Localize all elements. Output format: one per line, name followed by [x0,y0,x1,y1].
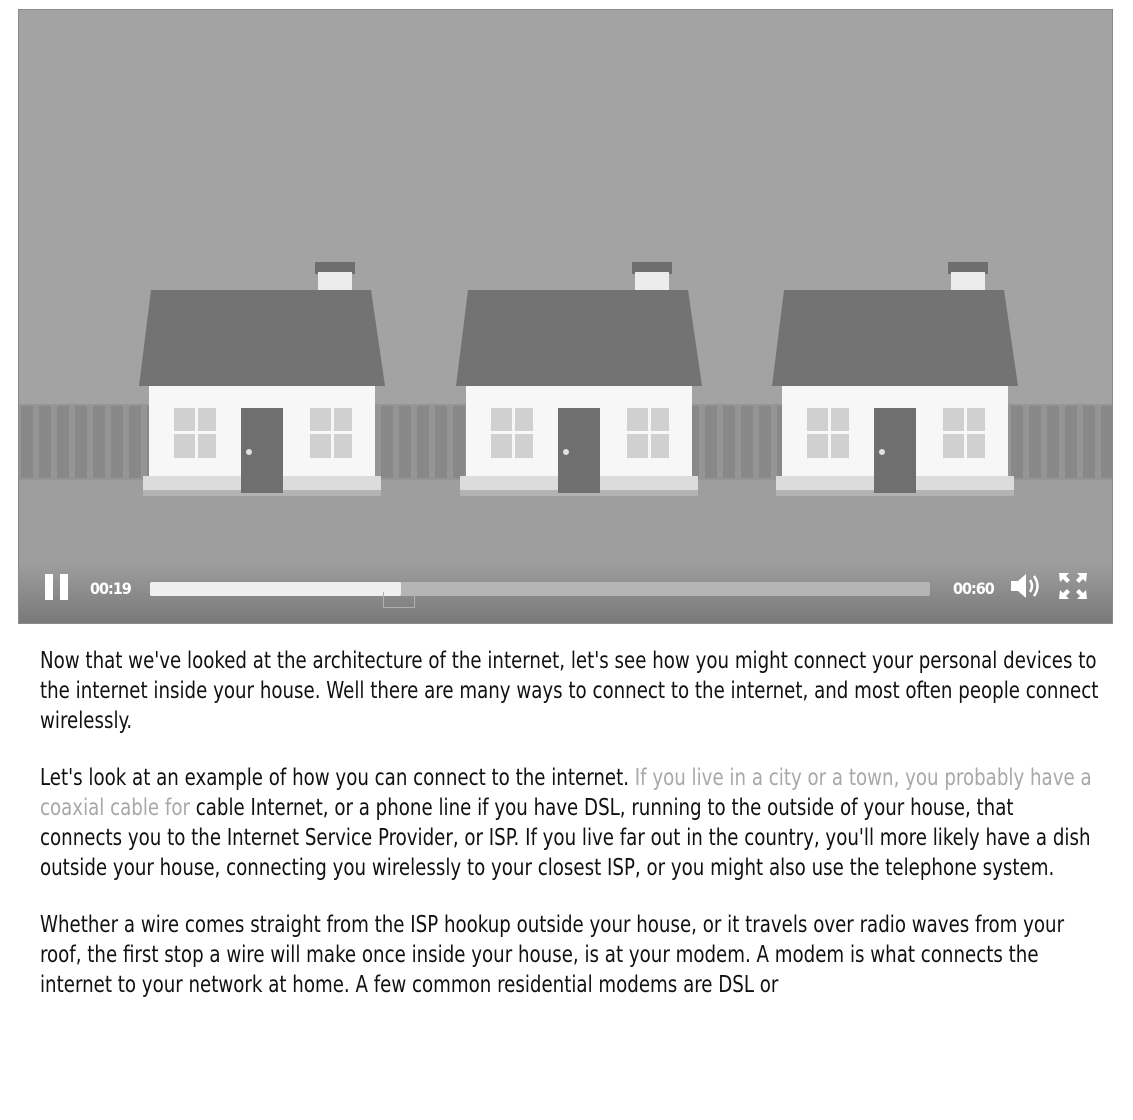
video-frame [19,10,1112,623]
progress-bar[interactable] [150,582,930,596]
volume-icon [1011,574,1039,598]
house-2 [456,262,702,496]
progress-fill [150,582,402,596]
current-time: 00:19 [90,579,132,598]
pause-icon [45,574,53,600]
total-time: 00:60 [953,579,995,598]
scrub-marker [383,592,415,608]
transcript-paragraph: Now that we've looked at the architectur… [40,648,1099,734]
video-player[interactable]: 00:19 00:60 [18,9,1113,624]
pause-button[interactable] [45,574,69,600]
video-controls: 00:19 00:60 [19,563,1112,623]
fullscreen-button[interactable] [1057,571,1089,601]
transcript-paragraph: Let's look at an example of how you can … [40,765,1092,881]
house-1 [139,262,385,496]
transcript-paragraph: Whether a wire comes straight from the I… [40,912,1065,998]
fullscreen-icon [1059,573,1087,599]
transcript: Now that we've looked at the architectur… [40,646,1100,1027]
house-3 [772,262,1018,496]
volume-button[interactable] [1009,571,1043,601]
